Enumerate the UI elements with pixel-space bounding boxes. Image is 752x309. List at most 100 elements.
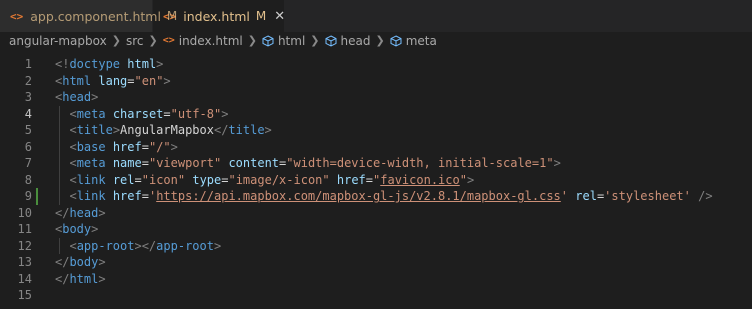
cube-symbol-icon xyxy=(325,34,337,47)
code-line[interactable]: 6 <base href="/"> xyxy=(0,138,752,156)
code-token: AngularMapbox xyxy=(120,123,214,138)
code-token: name xyxy=(112,156,142,171)
code-line[interactable]: 13 </body> xyxy=(0,254,752,271)
line-number: 10 xyxy=(17,205,32,220)
code-line[interactable]: 14 </html> xyxy=(0,271,752,288)
code-token: > xyxy=(466,172,475,187)
code-token: </ xyxy=(213,123,229,138)
gutter xyxy=(32,205,55,222)
breadcrumb-symbol-label: head xyxy=(340,33,371,48)
code-token: < xyxy=(69,123,77,138)
gutter xyxy=(32,254,55,271)
code-token: meta xyxy=(76,106,106,121)
code-token: > xyxy=(553,156,561,171)
code-token: "image/x-icon" xyxy=(228,172,330,187)
code-token: = xyxy=(134,172,142,187)
code-token: doctype xyxy=(69,57,121,72)
code-line[interactable]: 3 <head> xyxy=(0,89,752,106)
code-token: "/" xyxy=(148,139,171,154)
code-line[interactable]: 5 <title>AngularMapbox</title> xyxy=(0,122,752,139)
chevron-right-icon: ❯ xyxy=(375,34,385,47)
line-number: 13 xyxy=(17,255,32,270)
code-line[interactable]: 15 xyxy=(0,287,752,304)
line-number: 12 xyxy=(17,238,32,253)
breadcrumb-file-label: index.html xyxy=(178,33,243,48)
indent-guide xyxy=(59,138,60,155)
gutter xyxy=(32,122,55,139)
modified-badge: M xyxy=(166,9,178,23)
chevron-right-icon: ❯ xyxy=(247,34,257,47)
code-line[interactable]: 10 </head> xyxy=(0,205,752,222)
code-token: type xyxy=(192,172,222,187)
code-token: html xyxy=(62,73,92,88)
line-number: 5 xyxy=(24,123,32,138)
line-number: 2 xyxy=(24,73,32,88)
code-content: <link rel="icon" type="image/x-icon" hre… xyxy=(55,173,474,187)
code-token: > xyxy=(221,106,229,121)
code-editor[interactable]: 1 <!doctype html> 2 <html lang="en"> 3 <head>… xyxy=(0,56,752,304)
code-token: 'stylesheet' xyxy=(604,189,691,204)
breadcrumb-subfolder[interactable]: src xyxy=(126,34,144,48)
code-line[interactable]: 12 <app-root></app-root> xyxy=(0,237,752,254)
code-content: <meta name="viewport" content="width=dev… xyxy=(55,156,561,171)
code-token: content xyxy=(228,156,280,171)
code-token: < xyxy=(69,189,77,204)
code-token: = xyxy=(127,73,135,88)
code-line[interactable]: 7 <meta name="viewport" content="width=d… xyxy=(0,155,752,172)
code-token: > xyxy=(170,139,178,154)
code-line[interactable]: 4 <meta charset="utf-8"> xyxy=(0,105,752,122)
gutter xyxy=(32,73,55,90)
code-token: "icon" xyxy=(141,172,186,187)
chevron-right-icon: ❯ xyxy=(310,34,320,47)
code-line[interactable]: 2 <html lang="en"> xyxy=(0,73,752,90)
code-token: = xyxy=(163,106,171,121)
code-content: <link href= 'https://api.mapbox.com/mapbo… xyxy=(55,189,712,204)
line-number: 1 xyxy=(24,57,32,72)
chevron-right-icon: ❯ xyxy=(148,34,158,47)
code-line[interactable]: 8 <link rel="icon" type="image/x-icon" h… xyxy=(0,171,752,188)
code-token: = xyxy=(141,139,149,154)
code-token: < xyxy=(69,106,77,121)
breadcrumb-symbol-meta[interactable]: meta xyxy=(390,34,437,48)
breadcrumb-symbol-label: meta xyxy=(405,33,437,48)
code-token: > xyxy=(98,255,106,270)
code-token[interactable]: https://api.mapbox.com/mapbox-gl-js/v2.8… xyxy=(156,189,561,203)
tab-app-component-html[interactable]: <> app.component.html M xyxy=(0,0,177,32)
code-line[interactable]: 11 <body> xyxy=(0,221,752,238)
breadcrumb-symbol-head[interactable]: head xyxy=(325,33,371,48)
code-token: link xyxy=(76,189,106,204)
code-content: <meta charset="utf-8"> xyxy=(55,107,228,121)
code-content: </body> xyxy=(55,255,106,269)
breadcrumb-folder[interactable]: angular-mapbox xyxy=(9,34,107,48)
code-content: <title>AngularMapbox</title> xyxy=(55,123,271,138)
code-content: </html> xyxy=(55,272,106,286)
code-token: head xyxy=(69,205,99,220)
code-token[interactable]: favicon.ico xyxy=(380,173,459,187)
indent-guide xyxy=(59,237,60,254)
code-token: ' xyxy=(560,189,569,204)
close-icon[interactable]: ✕ xyxy=(274,9,285,24)
code-token: = xyxy=(365,172,374,187)
breadcrumb-symbol-html[interactable]: html xyxy=(262,34,305,48)
code-token: href xyxy=(112,189,142,204)
html-file-icon: <> xyxy=(162,35,175,46)
indent-guide xyxy=(59,188,60,205)
code-token: body xyxy=(69,255,99,270)
code-token: </ xyxy=(55,271,70,286)
gutter xyxy=(32,271,55,288)
code-token: lang xyxy=(98,73,128,88)
indent-guide xyxy=(59,155,60,172)
code-line[interactable]: 1 <!doctype html> xyxy=(0,56,752,73)
gutter xyxy=(32,139,55,156)
modified-line-indicator xyxy=(36,188,38,205)
gutter xyxy=(32,56,55,73)
breadcrumb-file[interactable]: <> index.html xyxy=(163,34,243,48)
code-line[interactable]: 9 <link href= 'https://api.mapbox.com/map… xyxy=(0,188,752,205)
